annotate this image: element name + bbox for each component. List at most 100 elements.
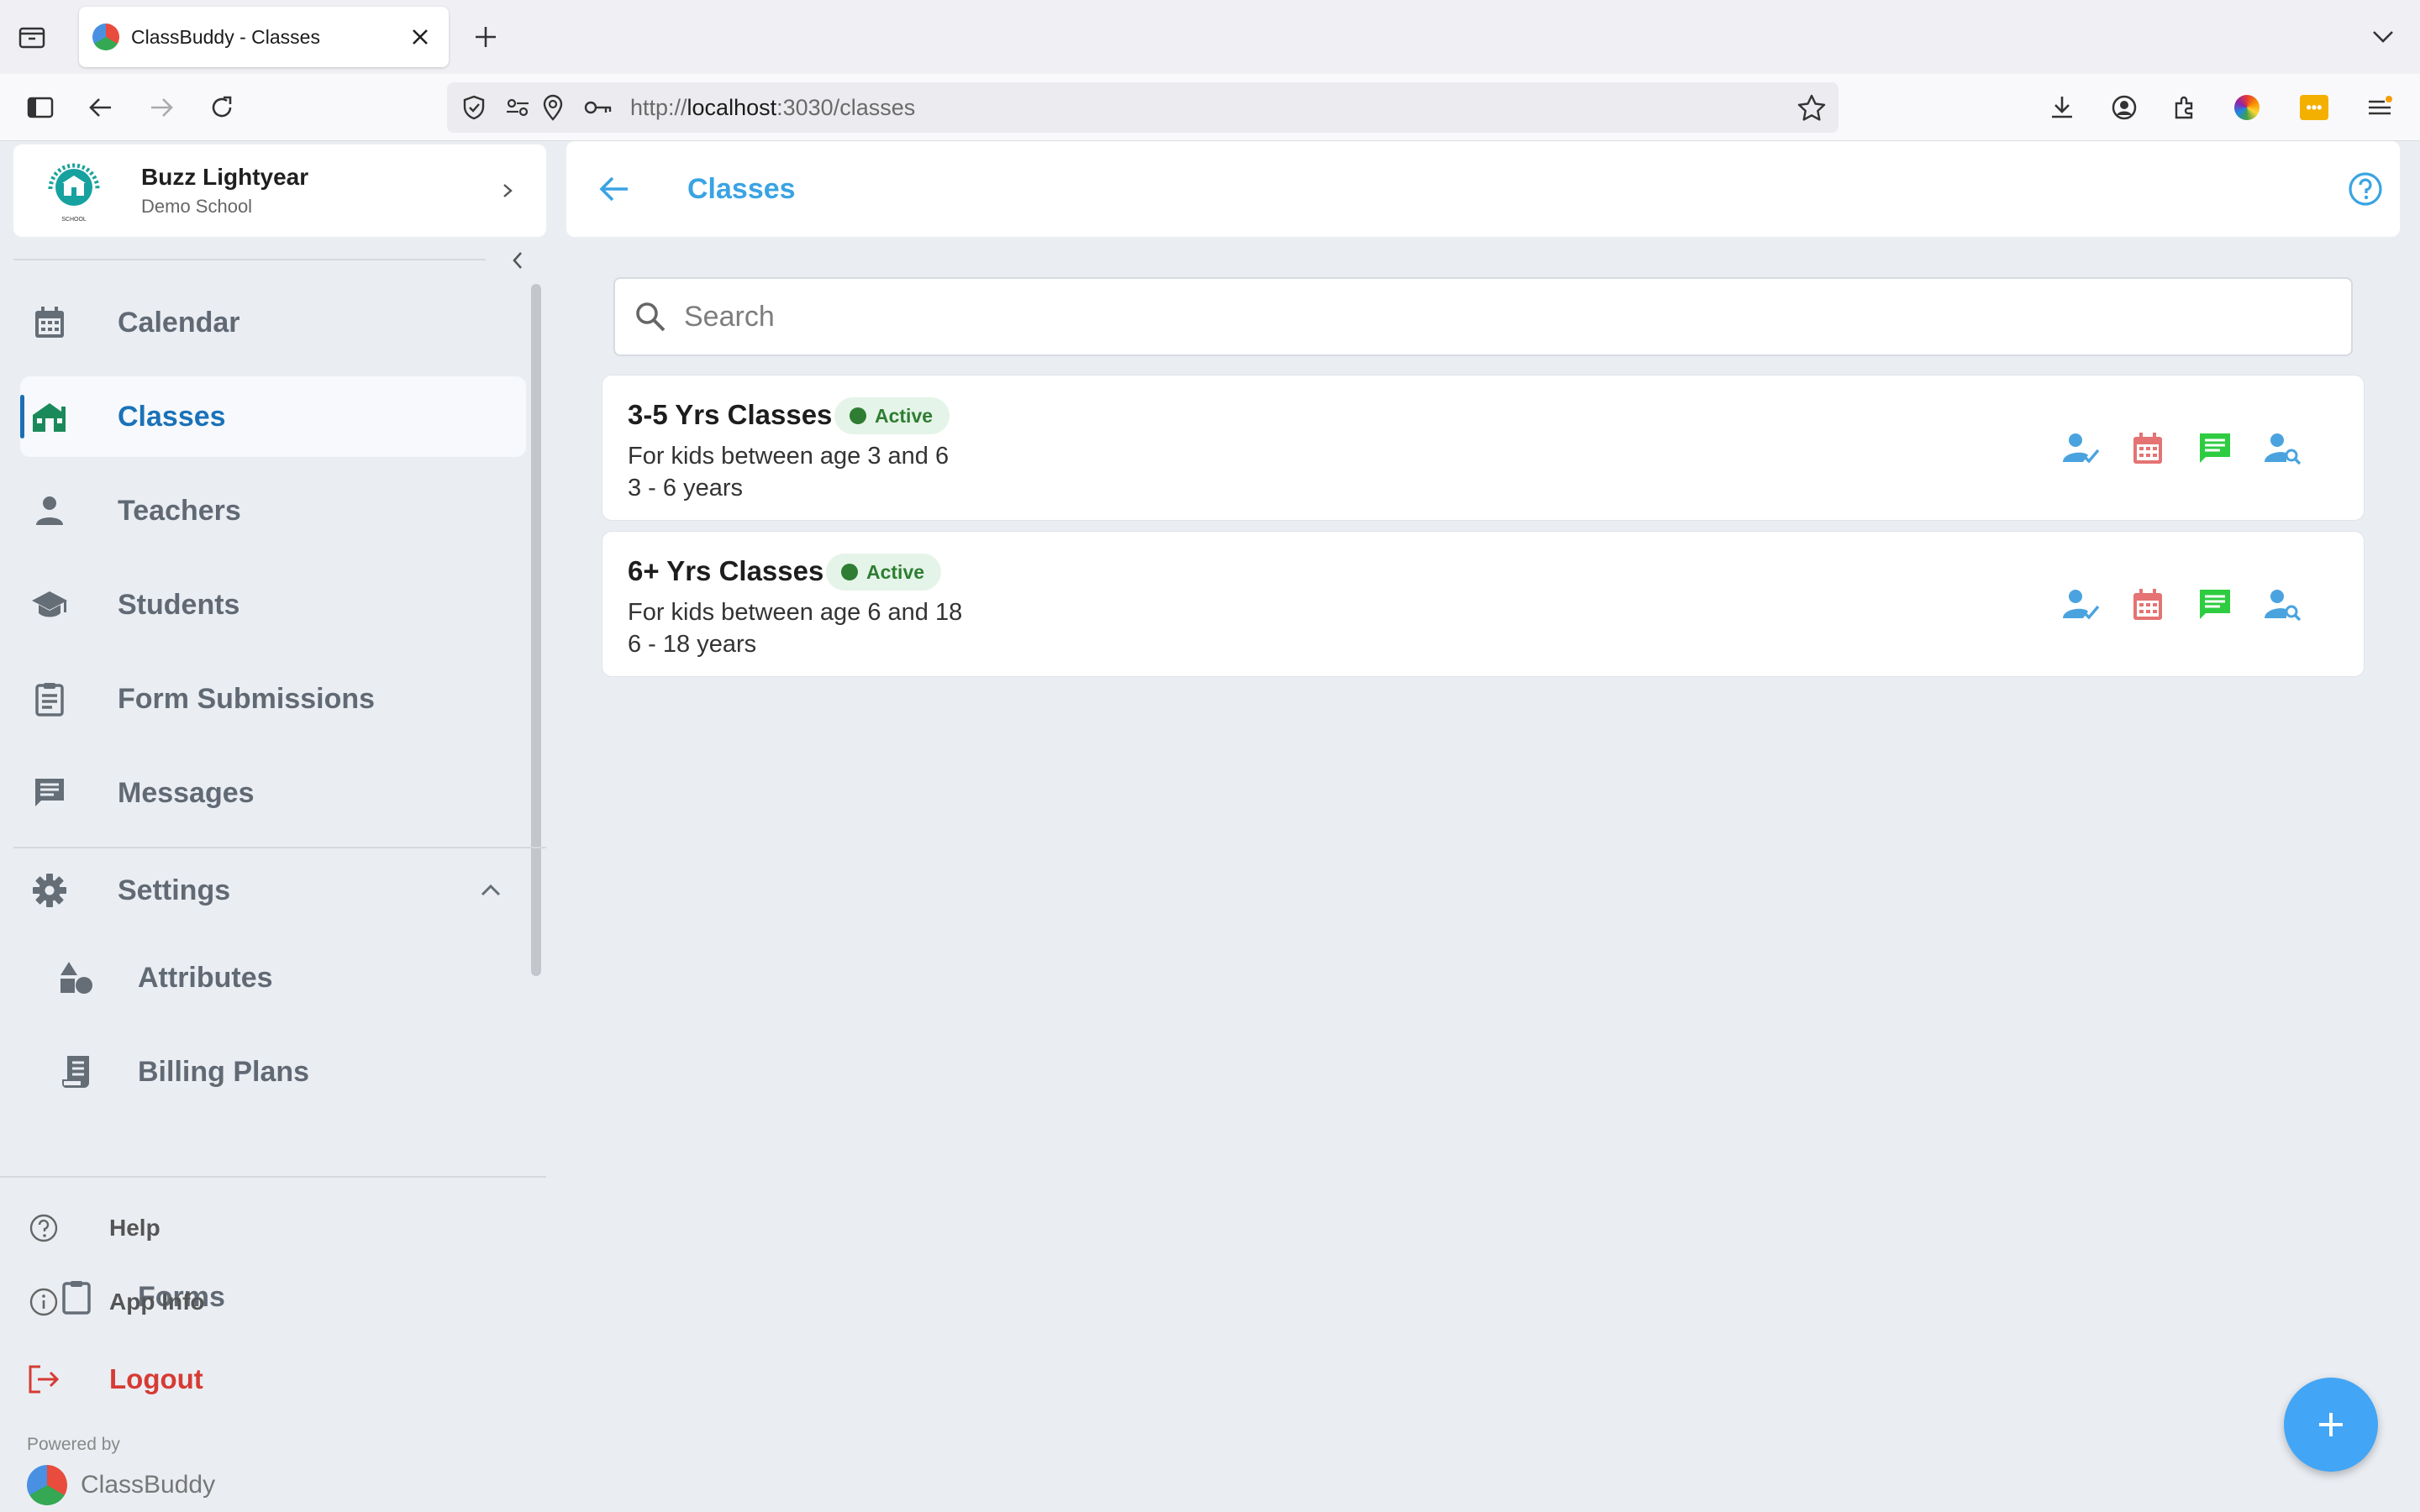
help-circle-icon[interactable] xyxy=(2346,170,2385,208)
logout-label: Logout xyxy=(109,1363,203,1394)
sidebar-item-label: Messages xyxy=(118,776,255,809)
person-search-icon[interactable] xyxy=(2260,426,2305,471)
class-title: 6+ Yrs Classes xyxy=(628,555,824,586)
sidebar-item-settings[interactable]: Settings xyxy=(20,850,526,931)
status-dot-icon xyxy=(850,407,866,424)
collapse-sidebar-icon[interactable] xyxy=(501,244,534,277)
sidebar: SCHOOL Buzz Lightyear Demo School Calend… xyxy=(0,141,546,1512)
logout-button[interactable]: Logout xyxy=(20,1346,524,1413)
sidebar-item-label: Calendar xyxy=(118,306,240,339)
sidebar-item-form-submissions[interactable]: Form Submissions xyxy=(20,659,526,739)
logout-icon xyxy=(27,1362,60,1396)
sidebar-scrollbar[interactable] xyxy=(531,284,541,976)
search-icon xyxy=(632,298,669,335)
sidebar-item-label: Attributes xyxy=(138,961,273,994)
sidebar-item-label: Form Submissions xyxy=(118,682,376,715)
forward-icon[interactable] xyxy=(143,89,180,126)
sidebar-subitem-attributes[interactable]: Attributes xyxy=(50,937,526,1018)
add-class-button[interactable] xyxy=(2284,1378,2378,1472)
person-icon xyxy=(30,491,69,530)
key-icon[interactable] xyxy=(583,92,613,123)
class-title: 3-5 Yrs Classes xyxy=(628,399,833,430)
chevron-down-icon[interactable] xyxy=(2366,20,2400,54)
permissions-icon[interactable] xyxy=(502,92,533,123)
account-icon[interactable] xyxy=(2106,89,2143,126)
new-tab-icon[interactable] xyxy=(467,18,504,55)
bookmark-star-icon[interactable] xyxy=(1797,92,1827,123)
svg-text:SCHOOL: SCHOOL xyxy=(61,217,87,223)
class-age-range: 6 - 18 years xyxy=(628,631,757,658)
page-title: Classes xyxy=(687,173,796,205)
profile-name: Buzz Lightyear xyxy=(141,164,309,190)
sidebar-item-classes[interactable]: Classes xyxy=(20,376,526,457)
page-header: Classes xyxy=(566,141,2400,237)
status-dot-icon xyxy=(841,564,858,580)
sidebar-item-teachers[interactable]: Teachers xyxy=(20,470,526,551)
sidebar-item-label: Students xyxy=(118,588,240,621)
class-card[interactable]: 3-5 Yrs Classes Active For kids between … xyxy=(602,375,2365,521)
browser-tab-bar: ClassBuddy - Classes xyxy=(0,0,2420,74)
class-description: For kids between age 3 and 6 xyxy=(628,443,950,470)
divider xyxy=(0,1176,546,1178)
sidebar-item-label: Billing Plans xyxy=(138,1055,310,1088)
receipt-icon xyxy=(57,1053,96,1091)
location-icon[interactable] xyxy=(538,92,568,123)
powered-by-label: Powered by xyxy=(27,1435,120,1454)
info-icon xyxy=(27,1285,60,1319)
plus-icon xyxy=(2319,1413,2343,1436)
gear-icon xyxy=(30,871,69,910)
sidebar-item-label: Teachers xyxy=(118,494,241,527)
attendance-icon[interactable] xyxy=(2058,426,2103,471)
url-text[interactable]: http://localhost:3030/classes xyxy=(630,95,915,121)
color-wheel-extension-icon[interactable] xyxy=(2228,89,2265,126)
search-input[interactable] xyxy=(684,300,2281,333)
sidebar-item-messages[interactable]: Messages xyxy=(20,753,526,833)
password-manager-extension-icon[interactable]: ••• xyxy=(2296,89,2333,126)
help-label: Help xyxy=(109,1215,160,1241)
sidebar-item-label: Classes xyxy=(118,400,226,433)
browser-tab[interactable]: ClassBuddy - Classes xyxy=(79,7,449,67)
profile-card[interactable]: SCHOOL Buzz Lightyear Demo School xyxy=(13,144,546,237)
status-label: Active xyxy=(875,404,934,427)
menu-icon[interactable] xyxy=(2361,89,2398,126)
calendar-icon[interactable] xyxy=(2125,582,2170,627)
classbuddy-brand[interactable]: ClassBuddy xyxy=(27,1465,215,1505)
class-actions xyxy=(2036,426,2305,471)
message-icon xyxy=(30,774,69,812)
sidebar-item-calendar[interactable]: Calendar xyxy=(20,282,526,363)
status-badge: Active xyxy=(834,397,950,434)
extensions-icon[interactable] xyxy=(2166,89,2203,126)
search-field[interactable] xyxy=(613,277,2353,356)
chevron-right-icon[interactable] xyxy=(491,174,524,207)
calendar-icon[interactable] xyxy=(2125,426,2170,471)
class-description: For kids between age 6 and 18 xyxy=(628,599,963,626)
clipboard-icon xyxy=(30,680,69,718)
address-bar[interactable]: http://localhost:3030/classes xyxy=(447,82,1839,133)
sidebar-toggle-icon[interactable] xyxy=(22,89,59,126)
back-icon[interactable] xyxy=(82,89,119,126)
tab-list-icon[interactable] xyxy=(15,22,49,52)
app-info-link[interactable]: App Info xyxy=(20,1268,524,1336)
classbuddy-favicon-icon xyxy=(92,24,119,50)
reload-icon[interactable] xyxy=(203,89,240,126)
back-arrow-icon[interactable] xyxy=(595,170,634,208)
person-search-icon[interactable] xyxy=(2260,582,2305,627)
class-card[interactable]: 6+ Yrs Classes Active For kids between a… xyxy=(602,531,2365,677)
classbuddy-logo-icon xyxy=(27,1465,67,1505)
message-icon[interactable] xyxy=(2192,426,2238,471)
chevron-up-icon[interactable] xyxy=(474,874,508,907)
browser-nav-bar: http://localhost:3030/classes ••• xyxy=(0,74,2420,141)
attendance-icon[interactable] xyxy=(2058,582,2103,627)
help-link[interactable]: Help xyxy=(20,1194,524,1262)
shapes-icon xyxy=(57,958,96,997)
shield-icon[interactable] xyxy=(459,92,489,123)
sidebar-subitem-billing-plans[interactable]: Billing Plans xyxy=(50,1032,526,1112)
close-tab-icon[interactable] xyxy=(403,20,437,54)
message-icon[interactable] xyxy=(2192,582,2238,627)
brand-name: ClassBuddy xyxy=(81,1471,216,1499)
divider xyxy=(13,259,486,260)
download-icon[interactable] xyxy=(2044,89,2081,126)
divider xyxy=(13,847,546,848)
sidebar-item-students[interactable]: Students xyxy=(20,564,526,645)
status-label: Active xyxy=(866,560,925,583)
